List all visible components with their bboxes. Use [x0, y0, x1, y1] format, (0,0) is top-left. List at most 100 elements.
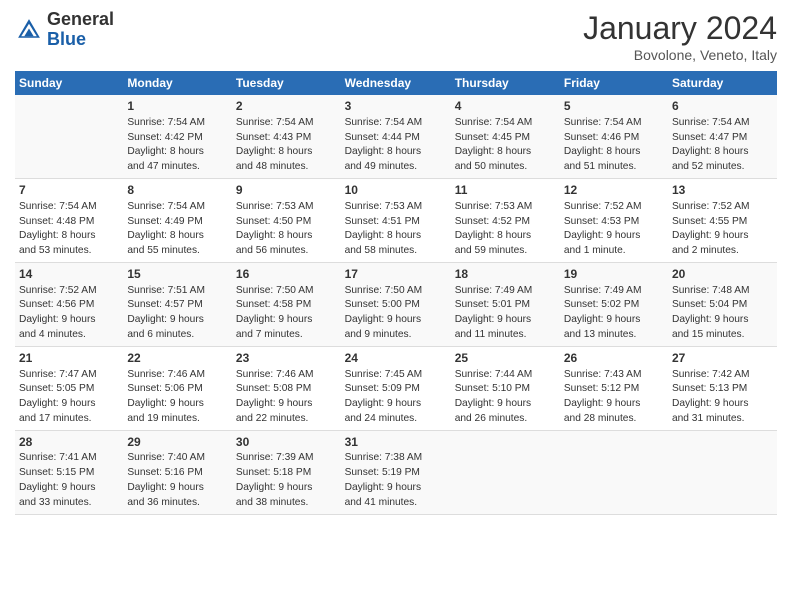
day-number: 31	[345, 434, 447, 451]
calendar-body: 1Sunrise: 7:54 AM Sunset: 4:42 PM Daylig…	[15, 95, 777, 514]
header-sunday: Sunday	[15, 71, 123, 95]
cell-0-4: 4Sunrise: 7:54 AM Sunset: 4:45 PM Daylig…	[451, 95, 560, 178]
day-number: 15	[127, 266, 228, 283]
day-info: Sunrise: 7:47 AM Sunset: 5:05 PM Dayligh…	[19, 368, 119, 427]
cell-3-1: 22Sunrise: 7:46 AM Sunset: 5:06 PM Dayli…	[123, 346, 232, 430]
logo-text: General Blue	[47, 10, 114, 50]
cell-1-6: 13Sunrise: 7:52 AM Sunset: 4:55 PM Dayli…	[668, 178, 777, 262]
page-container: General Blue January 2024 Bovolone, Vene…	[0, 0, 792, 525]
day-number: 21	[19, 350, 119, 367]
logo-blue: Blue	[47, 29, 86, 49]
day-info: Sunrise: 7:54 AM Sunset: 4:46 PM Dayligh…	[564, 116, 664, 175]
cell-3-2: 23Sunrise: 7:46 AM Sunset: 5:08 PM Dayli…	[232, 346, 341, 430]
cell-1-5: 12Sunrise: 7:52 AM Sunset: 4:53 PM Dayli…	[560, 178, 668, 262]
day-number: 3	[345, 98, 447, 115]
day-info: Sunrise: 7:50 AM Sunset: 4:58 PM Dayligh…	[236, 284, 337, 343]
header-friday: Friday	[560, 71, 668, 95]
day-info: Sunrise: 7:53 AM Sunset: 4:50 PM Dayligh…	[236, 200, 337, 259]
cell-0-0	[15, 95, 123, 178]
cell-2-1: 15Sunrise: 7:51 AM Sunset: 4:57 PM Dayli…	[123, 262, 232, 346]
header-thursday: Thursday	[451, 71, 560, 95]
cell-0-3: 3Sunrise: 7:54 AM Sunset: 4:44 PM Daylig…	[341, 95, 451, 178]
title-block: January 2024 Bovolone, Veneto, Italy	[583, 10, 777, 63]
day-info: Sunrise: 7:49 AM Sunset: 5:01 PM Dayligh…	[455, 284, 556, 343]
day-info: Sunrise: 7:52 AM Sunset: 4:55 PM Dayligh…	[672, 200, 773, 259]
header-monday: Monday	[123, 71, 232, 95]
day-info: Sunrise: 7:54 AM Sunset: 4:42 PM Dayligh…	[127, 116, 228, 175]
day-info: Sunrise: 7:54 AM Sunset: 4:43 PM Dayligh…	[236, 116, 337, 175]
cell-4-3: 31Sunrise: 7:38 AM Sunset: 5:19 PM Dayli…	[341, 430, 451, 514]
day-number: 16	[236, 266, 337, 283]
day-number: 7	[19, 182, 119, 199]
cell-1-4: 11Sunrise: 7:53 AM Sunset: 4:52 PM Dayli…	[451, 178, 560, 262]
day-number: 14	[19, 266, 119, 283]
day-info: Sunrise: 7:45 AM Sunset: 5:09 PM Dayligh…	[345, 368, 447, 427]
day-number: 4	[455, 98, 556, 115]
day-info: Sunrise: 7:52 AM Sunset: 4:53 PM Dayligh…	[564, 200, 664, 259]
day-info: Sunrise: 7:42 AM Sunset: 5:13 PM Dayligh…	[672, 368, 773, 427]
day-info: Sunrise: 7:46 AM Sunset: 5:06 PM Dayligh…	[127, 368, 228, 427]
cell-0-1: 1Sunrise: 7:54 AM Sunset: 4:42 PM Daylig…	[123, 95, 232, 178]
header: General Blue January 2024 Bovolone, Vene…	[15, 10, 777, 63]
week-row-4: 28Sunrise: 7:41 AM Sunset: 5:15 PM Dayli…	[15, 430, 777, 514]
cell-2-3: 17Sunrise: 7:50 AM Sunset: 5:00 PM Dayli…	[341, 262, 451, 346]
cell-0-5: 5Sunrise: 7:54 AM Sunset: 4:46 PM Daylig…	[560, 95, 668, 178]
calendar-table: Sunday Monday Tuesday Wednesday Thursday…	[15, 71, 777, 515]
cell-3-4: 25Sunrise: 7:44 AM Sunset: 5:10 PM Dayli…	[451, 346, 560, 430]
cell-4-6	[668, 430, 777, 514]
day-number: 6	[672, 98, 773, 115]
week-row-1: 7Sunrise: 7:54 AM Sunset: 4:48 PM Daylig…	[15, 178, 777, 262]
day-number: 20	[672, 266, 773, 283]
day-number: 27	[672, 350, 773, 367]
cell-4-2: 30Sunrise: 7:39 AM Sunset: 5:18 PM Dayli…	[232, 430, 341, 514]
cell-4-4	[451, 430, 560, 514]
day-number: 23	[236, 350, 337, 367]
day-info: Sunrise: 7:54 AM Sunset: 4:45 PM Dayligh…	[455, 116, 556, 175]
day-info: Sunrise: 7:53 AM Sunset: 4:51 PM Dayligh…	[345, 200, 447, 259]
calendar-header: Sunday Monday Tuesday Wednesday Thursday…	[15, 71, 777, 95]
cell-0-2: 2Sunrise: 7:54 AM Sunset: 4:43 PM Daylig…	[232, 95, 341, 178]
day-info: Sunrise: 7:46 AM Sunset: 5:08 PM Dayligh…	[236, 368, 337, 427]
cell-2-5: 19Sunrise: 7:49 AM Sunset: 5:02 PM Dayli…	[560, 262, 668, 346]
day-number: 25	[455, 350, 556, 367]
day-info: Sunrise: 7:54 AM Sunset: 4:47 PM Dayligh…	[672, 116, 773, 175]
day-info: Sunrise: 7:41 AM Sunset: 5:15 PM Dayligh…	[19, 451, 119, 510]
logo-general: General	[47, 9, 114, 29]
location-subtitle: Bovolone, Veneto, Italy	[583, 47, 777, 63]
day-info: Sunrise: 7:43 AM Sunset: 5:12 PM Dayligh…	[564, 368, 664, 427]
day-number: 10	[345, 182, 447, 199]
day-info: Sunrise: 7:49 AM Sunset: 5:02 PM Dayligh…	[564, 284, 664, 343]
week-row-3: 21Sunrise: 7:47 AM Sunset: 5:05 PM Dayli…	[15, 346, 777, 430]
day-number: 1	[127, 98, 228, 115]
cell-1-3: 10Sunrise: 7:53 AM Sunset: 4:51 PM Dayli…	[341, 178, 451, 262]
cell-4-5	[560, 430, 668, 514]
day-number: 18	[455, 266, 556, 283]
header-wednesday: Wednesday	[341, 71, 451, 95]
day-number: 12	[564, 182, 664, 199]
day-info: Sunrise: 7:48 AM Sunset: 5:04 PM Dayligh…	[672, 284, 773, 343]
header-saturday: Saturday	[668, 71, 777, 95]
logo-icon	[15, 16, 43, 44]
header-row: Sunday Monday Tuesday Wednesday Thursday…	[15, 71, 777, 95]
day-info: Sunrise: 7:54 AM Sunset: 4:44 PM Dayligh…	[345, 116, 447, 175]
day-number: 22	[127, 350, 228, 367]
cell-3-0: 21Sunrise: 7:47 AM Sunset: 5:05 PM Dayli…	[15, 346, 123, 430]
day-info: Sunrise: 7:50 AM Sunset: 5:00 PM Dayligh…	[345, 284, 447, 343]
day-info: Sunrise: 7:54 AM Sunset: 4:49 PM Dayligh…	[127, 200, 228, 259]
day-info: Sunrise: 7:40 AM Sunset: 5:16 PM Dayligh…	[127, 451, 228, 510]
day-number: 30	[236, 434, 337, 451]
day-number: 8	[127, 182, 228, 199]
day-number: 19	[564, 266, 664, 283]
cell-2-2: 16Sunrise: 7:50 AM Sunset: 4:58 PM Dayli…	[232, 262, 341, 346]
cell-1-2: 9Sunrise: 7:53 AM Sunset: 4:50 PM Daylig…	[232, 178, 341, 262]
day-number: 9	[236, 182, 337, 199]
day-number: 26	[564, 350, 664, 367]
cell-4-0: 28Sunrise: 7:41 AM Sunset: 5:15 PM Dayli…	[15, 430, 123, 514]
day-number: 13	[672, 182, 773, 199]
cell-4-1: 29Sunrise: 7:40 AM Sunset: 5:16 PM Dayli…	[123, 430, 232, 514]
day-number: 5	[564, 98, 664, 115]
day-number: 2	[236, 98, 337, 115]
day-number: 29	[127, 434, 228, 451]
week-row-0: 1Sunrise: 7:54 AM Sunset: 4:42 PM Daylig…	[15, 95, 777, 178]
cell-3-6: 27Sunrise: 7:42 AM Sunset: 5:13 PM Dayli…	[668, 346, 777, 430]
